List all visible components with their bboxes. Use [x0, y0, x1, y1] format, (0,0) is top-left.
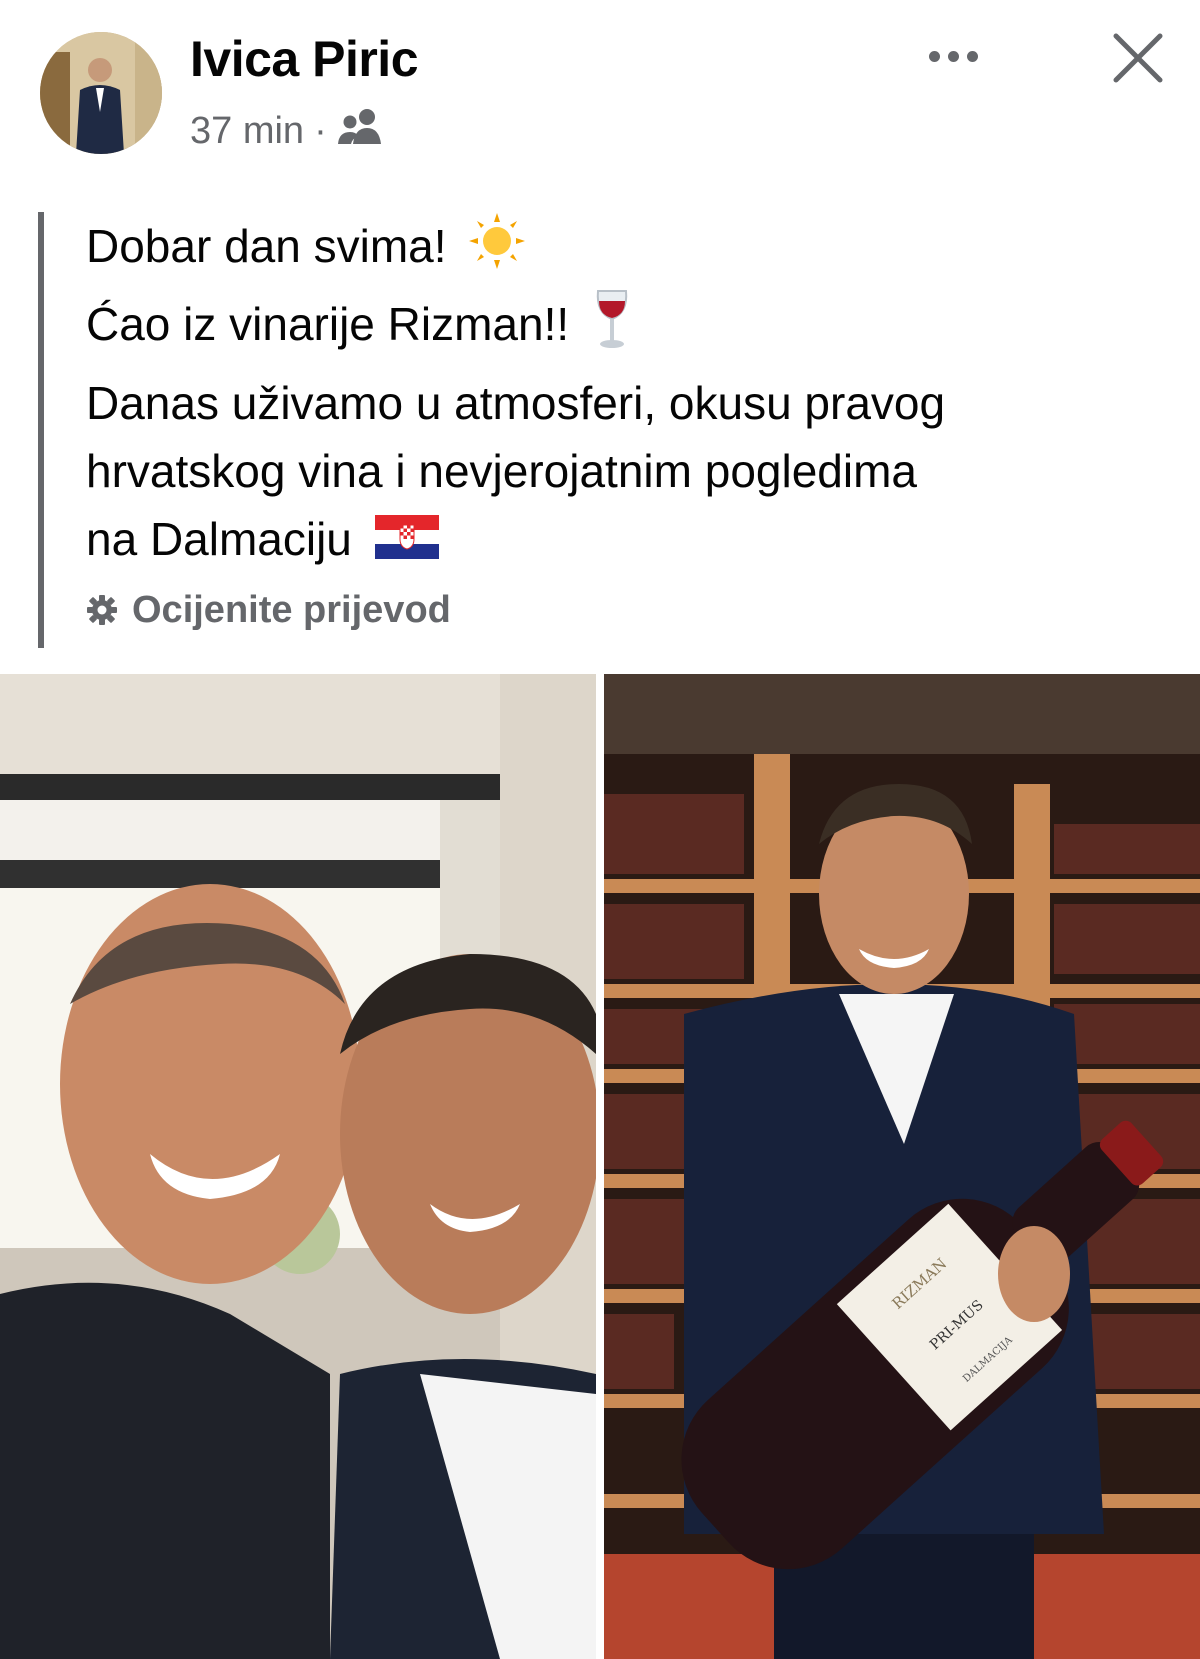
more-dot-icon: [947, 50, 959, 62]
friends-icon: [337, 106, 383, 156]
photo-divider: [596, 674, 604, 1659]
wine-glass-icon: [592, 287, 632, 369]
close-button[interactable]: [1108, 28, 1168, 88]
photo-grid: RIZMAN PRI-MUS DALMACIJA: [0, 674, 1200, 1659]
more-dot-icon: [928, 50, 940, 62]
author-name[interactable]: Ivica Piric: [190, 30, 419, 88]
post-meta: 37 min ·: [190, 106, 383, 156]
author-avatar[interactable]: [40, 32, 162, 154]
meta-separator: ·: [314, 109, 327, 152]
post-time[interactable]: 37 min: [190, 110, 304, 153]
rate-translation-link[interactable]: Ocijenite prijevod: [86, 589, 1158, 632]
post-line: Ćao iz vinarije Rizman!!: [86, 287, 1158, 369]
post-line-text: na Dalmaciju: [86, 512, 352, 565]
rate-translation-label: Ocijenite prijevod: [132, 588, 451, 631]
sun-icon: [469, 212, 526, 287]
close-icon: [1113, 33, 1163, 83]
post-header: Ivica Piric 37 min ·: [0, 0, 1200, 180]
selfie-photo[interactable]: [0, 674, 596, 1659]
post-line: Dobar dan svima!: [86, 212, 1158, 287]
post-line: na Dalmaciju: [86, 505, 1158, 577]
post-line: hrvatskog vina i nevjerojatnim pogledima: [86, 444, 917, 497]
post-line-text: Dobar dan svima!: [86, 220, 447, 272]
post-line: Danas uživamo u atmosferi, okusu pravog: [86, 376, 946, 429]
more-options-button[interactable]: [918, 36, 988, 76]
post-line-text: Ćao iz vinarije Rizman!!: [86, 298, 570, 350]
croatia-flag-icon: [374, 509, 439, 577]
post-text: Dobar dan svima! Ćao iz vinarije Rizman!…: [38, 212, 1158, 648]
settings-gear-icon: [87, 595, 117, 626]
wine-cellar-photo[interactable]: RIZMAN PRI-MUS DALMACIJA: [604, 674, 1200, 1659]
more-dot-icon: [966, 50, 978, 62]
